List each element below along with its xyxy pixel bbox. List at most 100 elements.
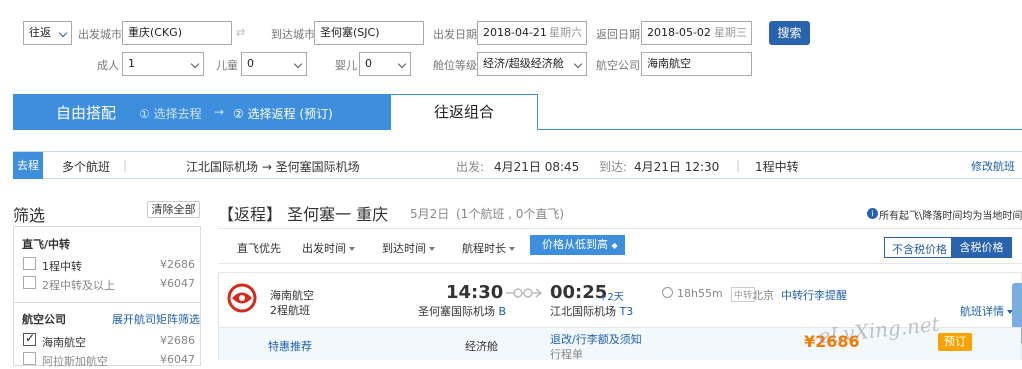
flight-duration: 18h55m	[677, 287, 723, 300]
baggage-reminder-link[interactable]: 中转行李提醒	[781, 287, 847, 303]
free-combo-tab[interactable]: 自由搭配 ① 选择去程 → ② 选择返程 (预订)	[13, 94, 390, 130]
timezone-note: 所有起飞\降落时间均为当地时间	[879, 211, 1022, 222]
depart-city-field[interactable]: 重庆(CKG)	[122, 21, 232, 45]
caret-down-icon	[509, 247, 515, 251]
transit-city: 北京	[752, 289, 774, 302]
terminal: B	[498, 305, 507, 318]
book-button[interactable]: 预订	[938, 333, 972, 351]
airline-option-label: 阿拉斯加航空	[42, 355, 108, 368]
direct-filter-title: 直飞/中转	[22, 238, 71, 251]
flight-details-link[interactable]: 航班详情	[960, 303, 1013, 319]
airport-name: 圣何塞国际机场	[418, 305, 495, 318]
chevron-down-icon	[573, 59, 583, 69]
outbound-tag: 去程	[13, 152, 43, 179]
checkbox-hainan[interactable]: ✓	[23, 331, 36, 346]
caret-down-icon	[349, 247, 355, 251]
return-date-label: 返回日期	[596, 28, 640, 41]
fare-cabin: 经济舱	[465, 340, 498, 353]
sort-depart-time[interactable]: 出发时间	[302, 240, 355, 256]
check-icon: ✓	[25, 331, 36, 345]
return-weekday: 星期三	[714, 26, 747, 39]
results-date: 5月2日	[410, 207, 450, 221]
airport-name: 江北国际机场	[550, 305, 616, 318]
search-button[interactable]: 搜索	[769, 21, 810, 45]
return-date-field[interactable]: 2018-05-02 星期三	[641, 21, 752, 45]
checkbox-2-transfer[interactable]	[23, 276, 36, 289]
arrive-city-value: 圣何塞(SJC)	[320, 26, 380, 39]
infant-label: 婴儿	[335, 59, 357, 72]
step1-label: ① 选择去程	[139, 107, 202, 121]
flight-depart-time: 14:30	[446, 282, 504, 303]
price-toggle: 不含税价格 含税价格	[884, 237, 1012, 258]
caret-down-icon	[429, 247, 435, 251]
sort-label: 航程时长	[462, 242, 506, 255]
outbound-flights: 多个航班	[62, 160, 111, 174]
depart-date-field[interactable]: 2018-04-21 星期六	[477, 21, 587, 45]
sort-direct[interactable]: 直飞优先	[237, 240, 281, 256]
checkbox-alaska[interactable]	[23, 352, 36, 365]
airline-option-label: 海南航空	[42, 336, 86, 349]
airline-matrix-link[interactable]: 展开航司矩阵筛选	[112, 311, 200, 327]
chevron-down-icon	[293, 59, 303, 69]
airline-filter-title: 航空公司	[22, 313, 66, 326]
refund-baggage-link[interactable]: 退改/行李额及须知	[550, 331, 642, 347]
flight-depart-airport: 圣何塞国际机场 B	[418, 303, 506, 319]
sort-arrive-time[interactable]: 到达时间	[382, 240, 435, 256]
outbound-arrive-time: 4月21日 12:30	[634, 160, 720, 174]
option-price: ¥6047	[160, 277, 195, 290]
results-heading: 【返程】 圣何塞一 重庆	[218, 205, 389, 224]
cabin-select[interactable]: 经济/超级经济舱	[477, 52, 587, 76]
airline-label: 航空公司	[596, 59, 640, 72]
trip-type-select[interactable]: 往返	[23, 21, 72, 45]
chevron-down-icon	[397, 59, 407, 69]
separator: |	[123, 158, 128, 172]
adult-select[interactable]: 1	[122, 52, 204, 76]
adult-label: 成人	[97, 59, 119, 72]
clear-all-label: 清除全部	[151, 203, 196, 216]
outbound-route: 江北国际机场 → 圣何塞国际机场	[186, 160, 360, 174]
cabin-label: 舱位等级	[433, 59, 477, 72]
step-arrow: →	[214, 105, 225, 119]
trip-type-value: 往返	[29, 26, 51, 39]
depart-weekday: 星期六	[549, 26, 582, 39]
infant-select[interactable]: 0	[359, 52, 411, 76]
chevron-down-icon	[190, 59, 200, 69]
infant-value: 0	[365, 57, 372, 70]
outbound-transfer: 1程中转	[755, 160, 799, 174]
airline-field[interactable]: 海南航空	[641, 52, 752, 76]
sort-label: 价格从低到高	[542, 238, 608, 251]
child-value: 0	[247, 57, 254, 70]
sort-label: 出发时间	[302, 242, 346, 255]
flight-airline: 海南航空	[270, 289, 314, 302]
option-label: 1程中转	[42, 260, 82, 273]
clear-all-button[interactable]: 清除全部	[147, 201, 200, 218]
clock-icon	[662, 287, 673, 298]
sort-label: 到达时间	[382, 242, 426, 255]
round-combo-tab[interactable]: 往返组合	[390, 94, 538, 130]
chevron-down-icon	[58, 28, 68, 38]
depart-date-value: 2018-04-21	[483, 26, 547, 39]
option-label: 2程中转及以上	[42, 279, 115, 292]
depart-date-label: 出发日期	[433, 28, 477, 41]
free-combo-label: 自由搭配	[56, 104, 117, 122]
hainan-airline-logo	[227, 283, 257, 313]
child-select[interactable]: 0	[241, 52, 307, 76]
excl-tax-button[interactable]: 不含税价格	[892, 241, 947, 257]
special-offer[interactable]: 特惠推荐	[268, 338, 312, 354]
step2-label: ② 选择返程 (预订)	[233, 107, 333, 121]
arrive-city-field[interactable]: 圣何塞(SJC)	[314, 21, 424, 45]
depart-city-label: 出发城市	[78, 28, 122, 41]
flight-arrive-plus: +2天	[599, 292, 624, 303]
cabin-value: 经济/超级经济舱	[483, 57, 564, 70]
connecting-arrow-icon	[506, 288, 543, 298]
sort-price-active[interactable]: 价格从低到高 ◆	[530, 235, 625, 255]
terminal: T3	[619, 305, 634, 318]
incl-tax-button[interactable]: 含税价格	[951, 238, 1012, 257]
sort-duration[interactable]: 航程时长	[462, 240, 515, 256]
outbound-depart-time: 4月21日 08:45	[494, 160, 580, 174]
sort-updown-icon: ◆	[611, 241, 618, 250]
swap-icon[interactable]: ⇄	[236, 26, 245, 39]
checkbox-1-transfer[interactable]	[23, 257, 36, 270]
modify-flight-link[interactable]: 修改航班	[971, 158, 1015, 174]
outbound-summary: 去程 多个航班 | 江北国际机场 → 圣何塞国际机场 出发: 4月21日 08:…	[13, 151, 1022, 179]
